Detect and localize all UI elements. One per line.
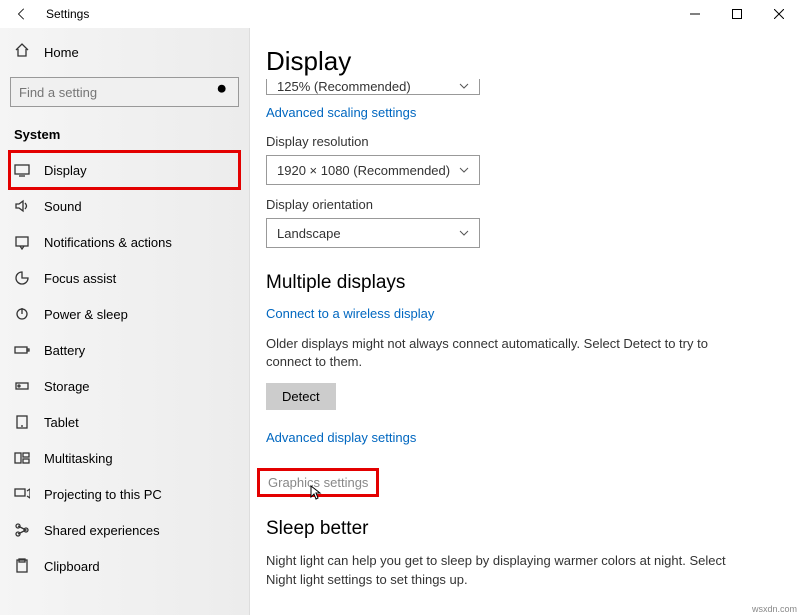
search-box[interactable] <box>10 77 239 107</box>
advanced-scaling-link[interactable]: Advanced scaling settings <box>266 105 800 120</box>
multiple-displays-title: Multiple displays <box>266 272 800 294</box>
connect-wireless-link[interactable]: Connect to a wireless display <box>266 306 800 321</box>
scale-dropdown[interactable]: 125% (Recommended) <box>266 79 480 95</box>
resolution-label: Display resolution <box>266 134 800 149</box>
orientation-label: Display orientation <box>266 197 800 212</box>
sidebar-item-label: Notifications & actions <box>44 235 172 250</box>
watermark: wsxdn.com <box>752 604 797 614</box>
chevron-down-icon <box>459 163 469 178</box>
back-button[interactable] <box>10 2 34 26</box>
sidebar-item-sound[interactable]: Sound <box>10 188 239 224</box>
sidebar-item-label: Storage <box>44 379 90 394</box>
sound-icon <box>14 198 30 214</box>
search-icon <box>216 83 230 102</box>
sidebar-item-label: Power & sleep <box>44 307 128 322</box>
sidebar-item-label: Shared experiences <box>44 523 160 538</box>
home-icon <box>14 42 30 63</box>
window-title: Settings <box>46 7 89 21</box>
sidebar-item-multitasking[interactable]: Multitasking <box>10 440 239 476</box>
sidebar-item-label: Projecting to this PC <box>44 487 162 502</box>
close-button[interactable] <box>758 0 800 28</box>
sidebar-item-label: Multitasking <box>44 451 113 466</box>
sidebar-item-label: Tablet <box>44 415 79 430</box>
detect-button[interactable]: Detect <box>266 383 336 410</box>
sidebar-item-tablet[interactable]: Tablet <box>10 404 239 440</box>
tablet-icon <box>14 414 30 430</box>
orientation-dropdown[interactable]: Landscape <box>266 218 480 248</box>
sidebar-item-shared-experiences[interactable]: Shared experiences <box>10 512 239 548</box>
chevron-down-icon <box>459 79 469 94</box>
power-icon <box>14 306 30 322</box>
clipboard-icon <box>14 558 30 574</box>
minimize-button[interactable] <box>674 0 716 28</box>
notifications-icon <box>14 234 30 250</box>
sidebar-item-notifications[interactable]: Notifications & actions <box>10 224 239 260</box>
maximize-button[interactable] <box>716 0 758 28</box>
resolution-dropdown[interactable]: 1920 × 1080 (Recommended) <box>266 155 480 185</box>
sidebar: Home System Display Sound Notifications … <box>0 28 250 615</box>
battery-icon <box>14 342 30 358</box>
section-header-system: System <box>10 119 239 152</box>
sidebar-item-label: Sound <box>44 199 82 214</box>
resolution-value: 1920 × 1080 (Recommended) <box>277 163 450 178</box>
graphics-settings-link[interactable]: Graphics settings <box>260 471 376 494</box>
advanced-display-link[interactable]: Advanced display settings <box>266 430 800 445</box>
window-controls <box>674 0 800 28</box>
shared-icon <box>14 522 30 538</box>
multitasking-icon <box>14 450 30 466</box>
projecting-icon <box>14 486 30 502</box>
sidebar-item-focus-assist[interactable]: Focus assist <box>10 260 239 296</box>
sidebar-item-clipboard[interactable]: Clipboard <box>10 548 239 584</box>
orientation-value: Landscape <box>277 226 341 241</box>
cursor-icon <box>310 485 324 501</box>
sidebar-item-storage[interactable]: Storage <box>10 368 239 404</box>
sidebar-item-label: Clipboard <box>44 559 100 574</box>
focus-assist-icon <box>14 270 30 286</box>
page-title: Display <box>266 46 800 77</box>
display-icon <box>14 162 30 178</box>
sidebar-item-label: Battery <box>44 343 85 358</box>
sidebar-item-display[interactable]: Display <box>10 152 239 188</box>
chevron-down-icon <box>459 226 469 241</box>
main-content: Display 125% (Recommended) Advanced scal… <box>250 28 800 615</box>
scale-value: 125% (Recommended) <box>277 79 411 94</box>
older-displays-text: Older displays might not always connect … <box>266 335 736 371</box>
sidebar-item-label: Focus assist <box>44 271 116 286</box>
sidebar-item-battery[interactable]: Battery <box>10 332 239 368</box>
sidebar-item-projecting[interactable]: Projecting to this PC <box>10 476 239 512</box>
storage-icon <box>14 378 30 394</box>
search-input[interactable] <box>19 85 216 100</box>
home-label: Home <box>44 45 79 60</box>
sleep-better-title: Sleep better <box>266 518 800 540</box>
sidebar-item-label: Display <box>44 163 87 178</box>
home-button[interactable]: Home <box>10 36 239 73</box>
sidebar-item-power-sleep[interactable]: Power & sleep <box>10 296 239 332</box>
sleep-better-text: Night light can help you get to sleep by… <box>266 552 736 588</box>
